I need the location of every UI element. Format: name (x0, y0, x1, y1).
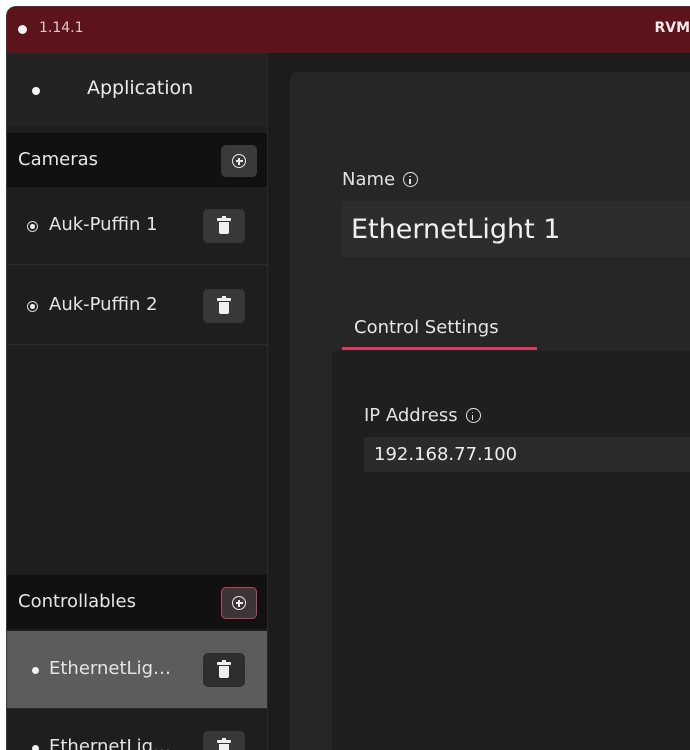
plus-circle-icon (232, 154, 246, 168)
cameras-header-label: Cameras (18, 149, 99, 170)
bullet-icon (32, 87, 40, 95)
controllables-section-header: Controllables (7, 575, 267, 629)
tab-control-settings[interactable]: Control Settings (342, 317, 537, 350)
info-icon[interactable] (403, 172, 419, 187)
radio-icon (27, 221, 38, 232)
app-window: 1.14.1 RVM Application Cameras Auk-Puffi… (6, 6, 690, 750)
trash-icon (217, 296, 231, 314)
delete-camera-button[interactable] (203, 289, 245, 323)
camera-label: Auk-Puffin 1 (49, 214, 158, 235)
ip-label-text: IP Address (364, 405, 458, 426)
bullet-icon (32, 667, 39, 674)
delete-controllable-button[interactable] (203, 653, 245, 687)
trash-icon (217, 738, 231, 750)
title-bar: 1.14.1 RVM (7, 7, 690, 53)
delete-controllable-button[interactable] (203, 731, 245, 750)
controllables-header-label: Controllables (18, 591, 136, 612)
status-dot-icon (18, 25, 27, 34)
trash-icon (217, 660, 231, 678)
controllable-list-item[interactable]: EthernetLig… (7, 709, 267, 750)
radio-icon (27, 301, 38, 312)
add-camera-button[interactable] (221, 145, 257, 177)
camera-list-item[interactable]: Auk-Puffin 1 (7, 187, 267, 265)
name-input[interactable] (342, 201, 690, 257)
ip-address-input[interactable] (364, 437, 690, 472)
control-settings-panel: IP Address (332, 351, 690, 750)
plus-circle-icon (232, 596, 246, 610)
info-icon[interactable] (465, 408, 481, 423)
sidebar-item-application[interactable]: Application (7, 53, 267, 127)
camera-list-item[interactable]: Auk-Puffin 2 (7, 267, 267, 345)
controllable-list-item[interactable]: EthernetLig… (7, 631, 267, 709)
tab-label: Control Settings (354, 317, 499, 338)
name-field-label: Name (342, 169, 419, 190)
controllable-label: EthernetLig… (49, 736, 171, 750)
add-controllable-button[interactable] (221, 587, 257, 619)
main-content: Name Control Settings IP Address (290, 72, 690, 750)
sidebar: Application Cameras Auk-Puffin 1 Auk-Puf… (7, 53, 268, 750)
trash-icon (217, 216, 231, 234)
camera-label: Auk-Puffin 2 (49, 294, 158, 315)
controllable-label: EthernetLig… (49, 658, 171, 679)
sidebar-item-label: Application (87, 77, 194, 99)
ip-address-label: IP Address (364, 405, 481, 426)
app-title: RVM (654, 20, 690, 36)
name-label-text: Name (342, 169, 396, 190)
cameras-section-header: Cameras (7, 133, 267, 187)
delete-camera-button[interactable] (203, 209, 245, 243)
bullet-icon (32, 745, 39, 750)
app-version: 1.14.1 (39, 20, 84, 36)
